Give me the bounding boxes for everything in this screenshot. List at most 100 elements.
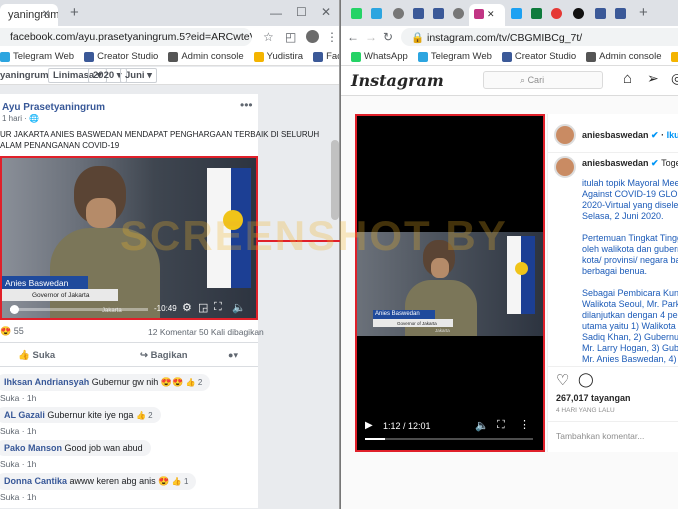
tab-globe-icon[interactable] <box>453 8 464 19</box>
fullscreen-icon[interactable]: ⛶ <box>497 419 505 432</box>
right-tab-instagram[interactable]: ✕ <box>469 4 505 26</box>
comment-author[interactable]: AL Gazali <box>4 410 45 420</box>
caption-line: Against COVID-19 GLOBAL <box>582 189 678 199</box>
explore-send-icon[interactable]: ➢ <box>647 70 659 87</box>
tab-telegram-icon[interactable] <box>371 8 382 19</box>
comment-reaction-count[interactable]: 👍 1 <box>172 477 189 486</box>
fullscreen-icon[interactable]: ⛶ <box>214 301 222 314</box>
comment-meta[interactable]: Suka · 1h <box>0 459 36 469</box>
like-button[interactable]: 👍 Suka <box>18 350 55 361</box>
comment-author[interactable]: Ihksan Andriansyah <box>4 377 89 387</box>
volume-icon[interactable]: 🔈 <box>475 419 489 432</box>
tab-facebook-icon[interactable] <box>433 8 444 19</box>
comment-icon[interactable]: ◯ <box>578 371 594 388</box>
video-progress-handle[interactable] <box>10 305 19 314</box>
ig-username-header[interactable]: aniesbaswedan ✔ · Ikuti <box>582 130 678 141</box>
avatar[interactable] <box>554 156 576 178</box>
comment-bubble: Donna Cantika awww keren abg anis 😍 👍 1 <box>0 473 197 490</box>
tab-whatsapp-icon[interactable] <box>351 8 362 19</box>
new-tab-icon[interactable]: + <box>639 5 648 21</box>
heart-icon[interactable]: ♡ <box>556 371 569 389</box>
close-tab-icon[interactable]: ✕ <box>487 9 495 19</box>
video-lower-third-role: Governor of Jakarta <box>2 289 118 301</box>
audience-selector[interactable]: ●▾ <box>228 350 238 361</box>
forward-icon[interactable]: → <box>365 29 377 45</box>
minimize-icon[interactable]: — <box>270 5 282 21</box>
comment-reaction-count[interactable]: 👍 2 <box>136 411 153 420</box>
video-progress-track[interactable] <box>10 308 148 311</box>
more-options-icon[interactable]: ⋮ <box>519 418 530 431</box>
profile-avatar[interactable] <box>306 30 319 43</box>
ig-caption-head: Together <box>661 158 678 168</box>
comment-reaction-count[interactable]: 👍 2 <box>186 378 203 387</box>
play-icon[interactable]: ▶ <box>365 420 373 431</box>
new-tab-icon[interactable]: + <box>70 5 79 21</box>
tab-twitter-icon[interactable] <box>511 8 522 19</box>
tab-chrome-icon[interactable] <box>393 8 404 19</box>
tab-facebook-icon[interactable] <box>595 8 606 19</box>
right-address-bar[interactable]: 🔒 instagram.com/tv/CBGMIBCg_7t/ <box>401 28 678 46</box>
bookmark-whatsapp[interactable]: WhatsApp <box>351 51 408 62</box>
verified-badge-icon: ✔ <box>651 158 659 168</box>
avatar[interactable] <box>554 124 576 146</box>
menu-icon[interactable]: ⋮ <box>326 29 338 45</box>
comment-meta[interactable]: Suka · 1h <box>0 393 36 403</box>
share-button[interactable]: ↪ Bagikan <box>140 350 188 361</box>
bookmark-telegram-web[interactable]: Telegram Web <box>417 51 492 62</box>
bookmark-admin-console[interactable]: Admin console <box>586 51 661 62</box>
post-author[interactable]: Ayu Prasetyaningrum <box>2 102 105 113</box>
bookmark-creator-studio[interactable]: Creator Studio <box>84 51 158 62</box>
settings-icon[interactable]: ⚙ <box>182 301 192 314</box>
volume-icon[interactable]: 🔈 <box>232 301 246 314</box>
reaction-count[interactable]: 😍 55 <box>0 326 24 337</box>
comment-meta[interactable]: Suka · 1h <box>0 426 36 436</box>
ig-caption-username[interactable]: aniesbaswedan <box>582 158 649 168</box>
filter-profile[interactable]: yaningrum <box>0 70 49 81</box>
comment-author[interactable]: Donna Cantika <box>4 476 67 486</box>
left-toolbar: facebook.com/ayu.prasetyaningrum.5?eid=A… <box>0 26 339 48</box>
home-icon[interactable]: ⌂ <box>623 70 632 87</box>
instagram-logo[interactable]: Instagram <box>351 71 444 90</box>
extension-icon[interactable]: ◰ <box>285 29 296 45</box>
bookmark-creator-studio[interactable]: Creator Studio <box>501 51 576 62</box>
left-address-bar[interactable]: facebook.com/ayu.prasetyaningrum.5?eid=A… <box>0 28 252 46</box>
close-window-icon[interactable]: ✕ <box>321 4 331 20</box>
tab-opera-icon[interactable] <box>551 8 562 19</box>
pip-icon[interactable]: ◲ <box>198 301 208 314</box>
ig-progress-track[interactable] <box>365 438 533 440</box>
close-tab-icon[interactable]: ✕ <box>42 7 50 23</box>
maximize-icon[interactable]: ☐ <box>296 4 307 20</box>
caption-line: Sadiq Khan, 2) Gubernur Ma <box>582 332 678 342</box>
ig-comment-input[interactable]: Tambahkan komentar... <box>556 431 644 441</box>
ig-lower-third-role: Governor of Jakarta <box>373 319 453 327</box>
explore-icon[interactable]: ◎ <box>671 70 678 87</box>
caption-line: kota/ provinsi/ negara bagia <box>582 255 678 265</box>
instagram-search-input[interactable]: ⌕ Cari <box>483 71 603 89</box>
ig-views[interactable]: 267,017 tayangan <box>556 393 631 403</box>
bookmark-star-icon[interactable]: ☆ <box>263 29 274 45</box>
reload-icon[interactable]: ↻ <box>383 29 393 45</box>
ig-video-player[interactable]: Anies Baswedan Governor of Jakarta Jakar… <box>355 114 545 452</box>
follow-button[interactable]: Ikuti <box>667 130 678 140</box>
tab-dark-icon[interactable] <box>573 8 584 19</box>
watermark-text: SCREENSHOT BY <box>120 212 508 259</box>
tab-sheets-icon[interactable] <box>531 8 542 19</box>
tab-facebook-icon[interactable] <box>615 8 626 19</box>
back-icon[interactable]: ← <box>347 29 359 45</box>
more-options-icon[interactable]: ••• <box>240 98 253 112</box>
comment-meta[interactable]: Suka · 1h <box>0 492 36 502</box>
bookmark-telegram-web[interactable]: Telegram Web <box>0 51 74 62</box>
bookmark-yudistira[interactable]: Yudistira <box>253 51 303 62</box>
left-scrollbar-thumb[interactable] <box>331 140 339 220</box>
post-text-line1: UR JAKARTA ANIES BASWEDAN MENDAPAT PENGH… <box>0 130 320 139</box>
filter-month[interactable]: Juni ▾ <box>120 68 157 83</box>
search-icon: ⌕ <box>520 75 526 85</box>
bookmark-admin-console[interactable]: Admin console <box>168 51 244 62</box>
comments-shares-count[interactable]: 12 Komentar 50 Kali dibagikan <box>148 327 264 337</box>
bookmark-favicon-icon <box>0 51 10 62</box>
comment-author[interactable]: Pako Manson <box>4 443 62 453</box>
bookmark-yudistira[interactable]: Yudistira <box>671 51 678 62</box>
bookmark-fact-checking[interactable]: Fact-Checking <box>313 51 339 62</box>
share-arrow-icon: ↪ <box>140 350 148 361</box>
tab-facebook-icon[interactable] <box>413 8 424 19</box>
